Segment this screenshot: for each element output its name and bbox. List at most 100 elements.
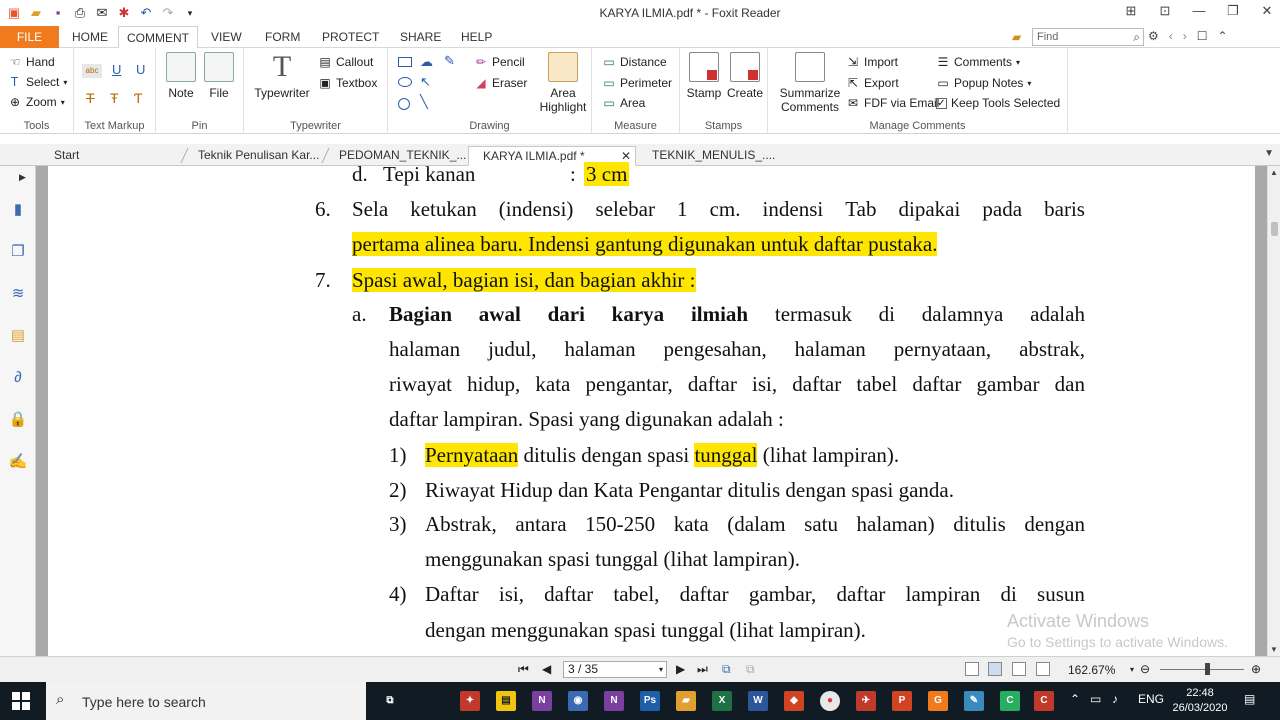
- continuous-view-icon[interactable]: [988, 662, 1002, 676]
- previous-view-icon[interactable]: ⧉: [722, 662, 731, 677]
- comments-dropdown[interactable]: ☰ Comments ▾: [936, 52, 1020, 72]
- perimeter-button[interactable]: ▭ Perimeter: [602, 73, 672, 93]
- typewriter-button[interactable]: T Typewriter: [252, 52, 312, 101]
- tab-protect[interactable]: PROTECT: [314, 26, 387, 48]
- vertical-scrollbar[interactable]: ▲ ▼: [1267, 166, 1280, 656]
- tray-chevron-icon[interactable]: ⌃: [1070, 692, 1080, 706]
- onenote-icon[interactable]: N: [532, 691, 552, 711]
- app-icon-2[interactable]: ◉: [568, 691, 588, 711]
- restore-button[interactable]: ❐: [1226, 3, 1240, 19]
- search-icon[interactable]: ⌕: [1133, 29, 1140, 45]
- keep-tools-selected-checkbox[interactable]: ✓ Keep Tools Selected: [936, 93, 1060, 113]
- volume-icon[interactable]: ♪: [1112, 692, 1118, 706]
- area-highlight-button[interactable]: Area Highlight: [538, 52, 588, 114]
- foxit-taskbar-icon[interactable]: G: [928, 691, 948, 711]
- continuous-facing-view-icon[interactable]: [1036, 662, 1050, 676]
- previous-result-icon[interactable]: ‹: [1169, 29, 1173, 43]
- last-page-icon[interactable]: ⏭: [697, 662, 708, 677]
- system-clock[interactable]: 22:48 26/03/2020: [1170, 686, 1230, 716]
- first-page-icon[interactable]: ⏮: [518, 662, 529, 677]
- stamp-button[interactable]: Stamp: [686, 52, 722, 100]
- line-icon[interactable]: ╲: [420, 94, 428, 110]
- tab-form[interactable]: FORM: [257, 26, 308, 48]
- scroll-thumb[interactable]: [1271, 222, 1278, 236]
- tab-view[interactable]: VIEW: [203, 26, 250, 48]
- hand-tool[interactable]: ☜ Hand: [8, 52, 55, 72]
- select-tool[interactable]: Ꭲ Select ▾: [8, 72, 67, 92]
- zoom-level[interactable]: 162.67%: [1068, 663, 1115, 677]
- user-icon[interactable]: ☐: [1197, 29, 1208, 43]
- next-page-icon[interactable]: ▶: [676, 662, 685, 676]
- circle-icon[interactable]: [398, 98, 410, 110]
- taskbar-search-input[interactable]: ⌕ Type here to search: [46, 682, 366, 720]
- chevron-down-icon[interactable]: ▾: [659, 662, 663, 677]
- squiggly-icon[interactable]: U: [136, 62, 145, 77]
- import-button[interactable]: ⇲ Import: [846, 52, 898, 72]
- doc-tab-start[interactable]: Start: [40, 146, 180, 166]
- previous-page-icon[interactable]: ◀: [542, 662, 551, 676]
- battery-icon[interactable]: ▭: [1090, 692, 1101, 706]
- gear-icon[interactable]: ⚙: [1148, 29, 1159, 43]
- replace-text-icon[interactable]: Ŧ: [110, 90, 119, 106]
- close-button[interactable]: ✕: [1260, 3, 1274, 19]
- app-icon-7[interactable]: C: [1000, 691, 1020, 711]
- next-result-icon[interactable]: ›: [1183, 29, 1187, 43]
- file-attach-button[interactable]: File: [204, 52, 234, 100]
- ribbon-collapse-icon[interactable]: ⌃: [1218, 29, 1228, 43]
- layers-icon[interactable]: ≋: [8, 284, 28, 304]
- photoshop-icon[interactable]: Ps: [640, 691, 660, 711]
- underline-icon[interactable]: U: [112, 62, 121, 77]
- attachment-icon[interactable]: ∂: [8, 368, 28, 388]
- doc-tab-teknik-penulisan[interactable]: Teknik Penulisan Kar...: [184, 146, 322, 166]
- comments-panel-icon[interactable]: ▤: [8, 326, 28, 346]
- app-icon-4[interactable]: ◆: [784, 691, 804, 711]
- tab-list-chevron-icon[interactable]: ▼: [1264, 148, 1274, 159]
- arrow-icon[interactable]: ↖: [420, 74, 431, 90]
- zoom-slider-track[interactable]: [1160, 669, 1244, 670]
- minimize-button[interactable]: —: [1192, 3, 1206, 19]
- single-page-view-icon[interactable]: [965, 662, 979, 676]
- oval-icon[interactable]: [398, 77, 412, 87]
- popup-notes-dropdown[interactable]: ▭ Popup Notes ▾: [936, 73, 1031, 93]
- tab-share[interactable]: SHARE: [392, 26, 449, 48]
- pencil-button[interactable]: ✏ Pencil: [474, 52, 525, 72]
- app-icon-8[interactable]: C: [1034, 691, 1054, 711]
- highlight-text-icon[interactable]: abc: [82, 64, 102, 78]
- language-indicator[interactable]: ENG: [1138, 692, 1164, 706]
- find-folder-icon[interactable]: ▰: [1012, 30, 1021, 44]
- pages-icon[interactable]: ❐: [8, 242, 28, 262]
- zoom-in-icon[interactable]: ⊕: [1251, 662, 1261, 676]
- app-icon-5[interactable]: ✈: [856, 691, 876, 711]
- sticky-notes-icon[interactable]: ▤: [496, 691, 516, 711]
- signature-icon[interactable]: ✍: [8, 452, 28, 472]
- next-view-icon[interactable]: ⧉: [746, 662, 755, 677]
- area-button[interactable]: ▭ Area: [602, 93, 645, 113]
- zoom-out-icon[interactable]: ⊖: [1140, 662, 1150, 676]
- polyline-icon[interactable]: ✎: [444, 53, 455, 69]
- task-view-icon[interactable]: ⧉: [380, 691, 400, 711]
- ribbon-options-icon[interactable]: ⊞: [1124, 3, 1138, 19]
- tab-help[interactable]: HELP: [453, 26, 500, 48]
- chrome-icon[interactable]: ●: [820, 691, 840, 711]
- file-explorer-icon[interactable]: ▰: [676, 691, 696, 711]
- doc-tab-teknik-menulis[interactable]: TEKNIK_MENULIS_....: [638, 146, 778, 166]
- rectangle-icon[interactable]: [398, 57, 412, 67]
- tab-home[interactable]: HOME: [64, 26, 116, 48]
- windows-start-icon[interactable]: [12, 692, 30, 710]
- export-button[interactable]: ⇱ Export: [846, 73, 899, 93]
- app-icon-3[interactable]: N: [604, 691, 624, 711]
- find-input[interactable]: Find ⌕: [1032, 28, 1144, 46]
- zoom-dropdown-icon[interactable]: ▾: [1130, 665, 1134, 674]
- cloud-icon[interactable]: ☁: [420, 54, 433, 70]
- eraser-button[interactable]: ◢ Eraser: [474, 73, 527, 93]
- note-button[interactable]: Note: [164, 52, 198, 100]
- lock-icon[interactable]: 🔒: [8, 410, 28, 430]
- callout-button[interactable]: ▤ Callout: [318, 52, 373, 72]
- expand-panel-icon[interactable]: ▶: [19, 172, 26, 183]
- powerpoint-icon[interactable]: P: [892, 691, 912, 711]
- fdf-email-button[interactable]: ✉ FDF via Email: [846, 93, 939, 113]
- tab-comment[interactable]: COMMENT: [118, 26, 198, 49]
- create-stamp-button[interactable]: Create: [726, 52, 764, 100]
- app-icon-1[interactable]: ✦: [460, 691, 480, 711]
- word-icon[interactable]: W: [748, 691, 768, 711]
